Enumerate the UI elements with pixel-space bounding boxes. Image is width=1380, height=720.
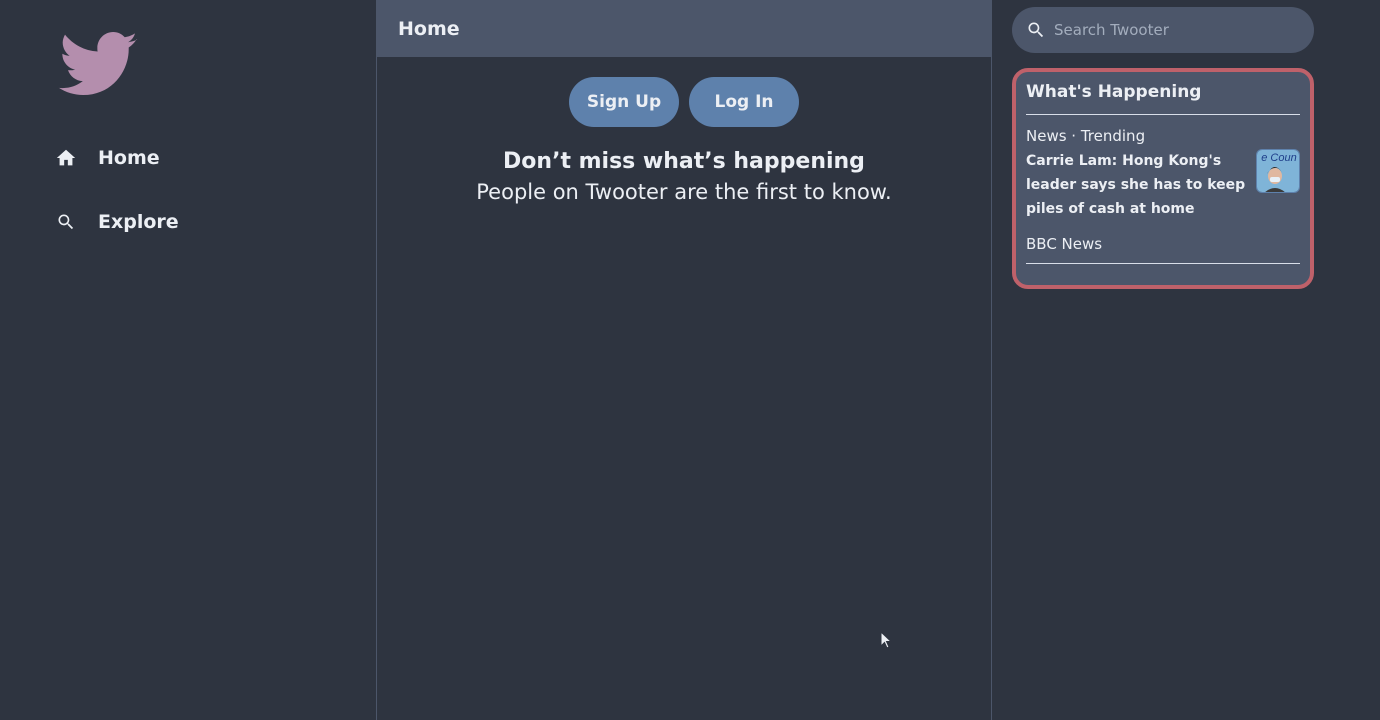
whats-happening-card: What's Happening News · Trending Carrie … [1012,68,1314,289]
promo-headline: Don’t miss what’s happening [503,149,865,174]
bird-logo-icon[interactable] [58,32,140,98]
search-icon [54,210,78,234]
main-header: Home [377,0,991,57]
trend-thumbnail[interactable]: e Coun [1256,149,1300,193]
sidebar-item-home[interactable]: Home [54,138,254,178]
whats-happening-title: What's Happening [1026,82,1300,115]
trend-meta: News · Trending [1026,127,1146,145]
right-sidebar: What's Happening News · Trending Carrie … [992,0,1380,720]
auth-buttons: Sign Up Log In [377,77,991,127]
search-icon [1026,20,1046,40]
search-input[interactable] [1054,21,1294,39]
trend-thumbnail-text: e Coun [1261,152,1296,164]
left-sidebar: Home Explore [0,0,376,720]
log-in-button[interactable]: Log In [689,77,799,127]
trend-item[interactable]: News · Trending Carrie Lam: Hong Kong's … [1026,115,1300,264]
trend-headline[interactable]: Carrie Lam: Hong Kong's leader says she … [1026,149,1246,221]
trend-source: BBC News [1026,235,1300,264]
sidebar-item-label: Home [98,147,160,169]
sidebar-item-explore[interactable]: Explore [54,202,254,242]
mouse-cursor-icon [880,630,894,651]
promo-subline: People on Twooter are the first to know. [476,180,892,204]
page-title: Home [398,17,460,40]
home-icon [54,146,78,170]
sidebar-item-label: Explore [98,211,179,233]
main-column: Home Sign Up Log In Don’t miss what’s ha… [376,0,992,720]
search-bar[interactable] [1012,7,1314,53]
sign-up-button[interactable]: Sign Up [569,77,679,127]
app: Home Explore Home Sign Up Log In Don’t m… [0,0,1380,720]
